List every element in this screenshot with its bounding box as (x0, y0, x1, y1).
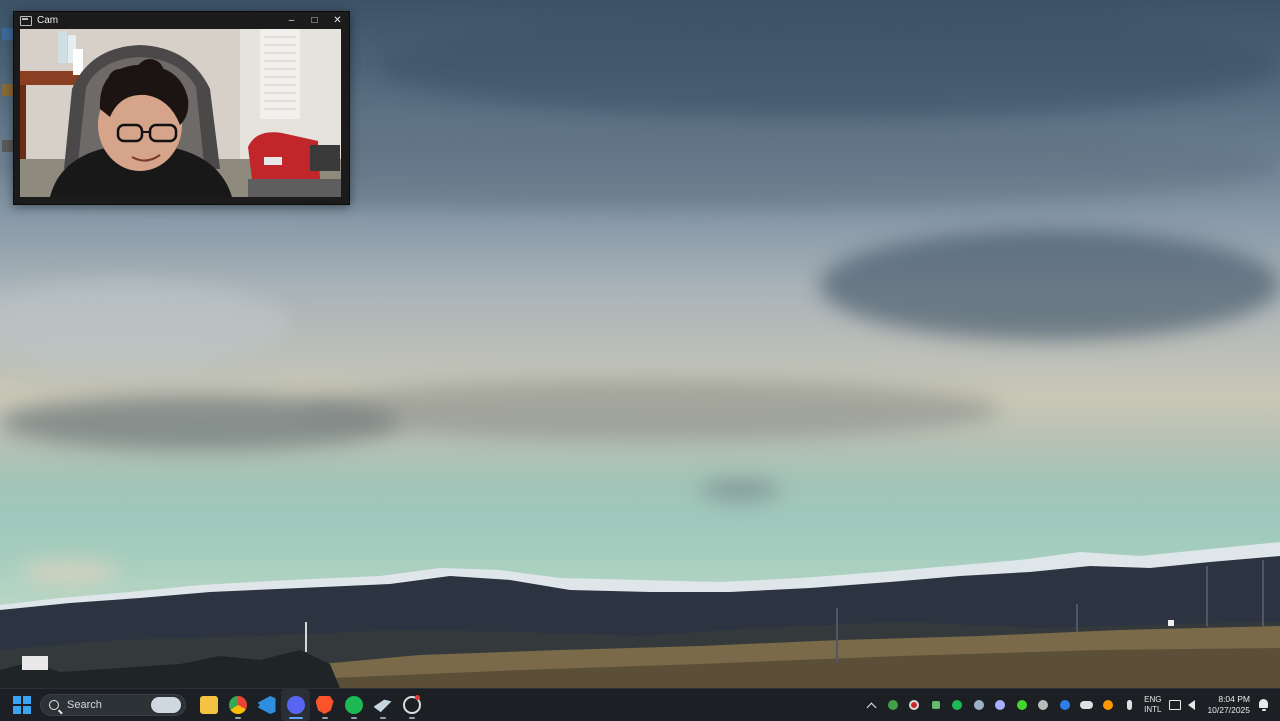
vscode-taskbar-button[interactable] (252, 689, 281, 721)
show-hidden-icons-button[interactable] (861, 689, 883, 721)
search-icon (49, 700, 59, 710)
maximize-button[interactable]: □ (303, 12, 326, 29)
brave-icon (315, 696, 334, 714)
discord-taskbar-button[interactable] (281, 689, 310, 721)
chevron-up-icon (866, 702, 877, 712)
cam-titlebar[interactable]: Cam – □ ✕ (14, 12, 349, 29)
razer-icon (1016, 700, 1027, 710)
xbox-tray-icon[interactable] (882, 689, 904, 721)
chrome-icon (228, 696, 247, 714)
running-indicator (234, 717, 241, 719)
window-title: Cam (37, 15, 59, 26)
vscode-icon (257, 696, 276, 714)
steam-taskbar-button[interactable] (368, 689, 397, 721)
xbox-icon (887, 700, 898, 710)
nvidia-icon (931, 701, 940, 709)
close-button[interactable]: ✕ (326, 12, 349, 29)
razer-tray-icon[interactable] (1011, 689, 1033, 721)
nvidia-tray-icon[interactable] (925, 689, 947, 721)
speaker-icon (1187, 700, 1195, 710)
obs-taskbar-button[interactable] (397, 689, 426, 721)
monitor-network-icon (1169, 700, 1182, 710)
update-tray-icon[interactable] (1097, 689, 1119, 721)
taskbar-clock[interactable]: 8:04 PM 10/27/2025 (1207, 694, 1250, 716)
search-label: Search (67, 699, 102, 711)
app-tray-icon[interactable] (1033, 689, 1055, 721)
running-indicator (321, 717, 328, 719)
notification-badge (415, 695, 420, 700)
chrome-taskbar-button[interactable] (223, 689, 252, 721)
notification-bell-icon[interactable] (1258, 699, 1270, 711)
discord-icon (286, 696, 305, 714)
spotify-icon (952, 700, 963, 710)
windows-logo-icon (13, 696, 21, 704)
cam-window[interactable]: Cam – □ ✕ (13, 11, 350, 205)
bluetooth-icon (1059, 700, 1070, 710)
network-tray-icon[interactable] (1167, 689, 1183, 721)
webcam-image (20, 29, 341, 197)
sync-icon (1102, 700, 1113, 710)
search-highlight-icon (151, 697, 181, 713)
running-indicator (350, 717, 357, 719)
bluetooth-tray-icon[interactable] (1054, 689, 1076, 721)
start-button[interactable] (11, 694, 33, 716)
microphone-icon (1126, 700, 1132, 710)
onedrive-tray-icon[interactable] (1076, 689, 1098, 721)
microphone-tray-icon[interactable] (1119, 689, 1141, 721)
input-language-indicator[interactable]: ENG INTL (1144, 695, 1161, 715)
minimize-button[interactable]: – (280, 12, 303, 29)
running-indicator (408, 717, 415, 719)
spotify-tray-icon[interactable] (947, 689, 969, 721)
spotify-icon (344, 696, 363, 714)
clock-date: 10/27/2025 (1207, 705, 1250, 715)
window-app-icon (20, 15, 32, 26)
running-indicator (288, 717, 303, 719)
steam-tray-icon[interactable] (968, 689, 990, 721)
discord-tray-icon[interactable] (990, 689, 1012, 721)
clock-time: 8:04 PM (1218, 694, 1250, 704)
taskbar-search-box[interactable]: Search (40, 694, 186, 716)
onedrive-icon (1079, 701, 1093, 709)
steam-icon (373, 699, 392, 713)
language-code: ENG (1144, 695, 1162, 704)
folder-icon (199, 696, 218, 714)
brave-taskbar-button[interactable] (310, 689, 339, 721)
app-icon (1038, 700, 1049, 710)
taskbar: Search ENG INTL 8:04 PM 10/27/2025 (0, 688, 1280, 721)
system-tray: ENG INTL 8:04 PM 10/27/2025 (861, 689, 1280, 721)
discord-icon (995, 700, 1006, 710)
radeon-icon (909, 700, 920, 710)
radeon-tray-icon[interactable] (904, 689, 926, 721)
volume-tray-icon[interactable] (1183, 689, 1199, 721)
file-explorer-taskbar-button[interactable] (194, 689, 223, 721)
webcam-video-feed (20, 29, 341, 197)
spotify-taskbar-button[interactable] (339, 689, 368, 721)
steam-icon (973, 700, 984, 710)
keyboard-layout: INTL (1144, 705, 1162, 714)
running-indicator (379, 717, 386, 719)
